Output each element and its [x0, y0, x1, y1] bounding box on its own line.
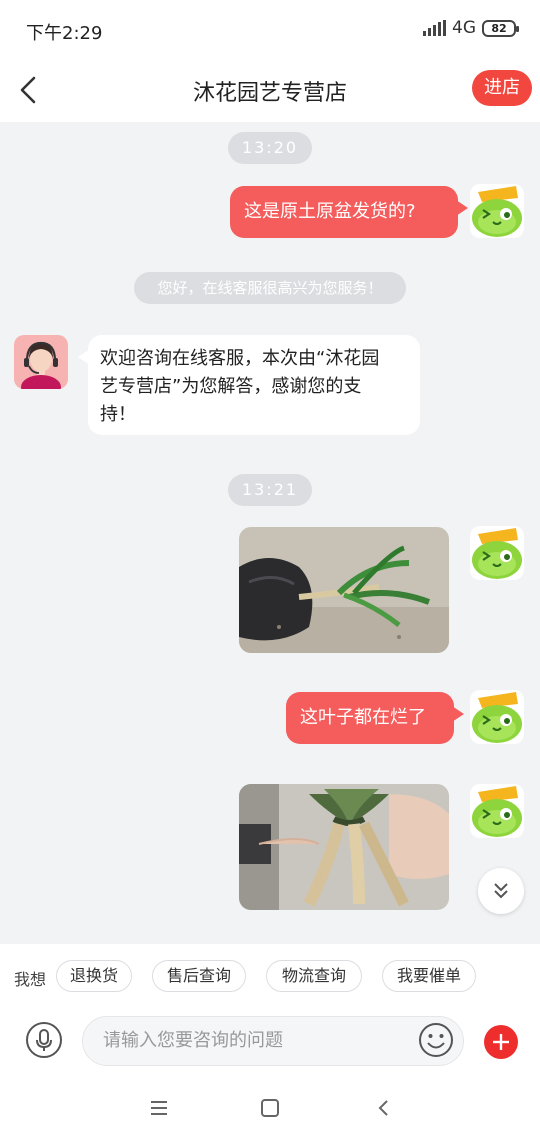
emoji-icon[interactable]: [418, 1022, 454, 1058]
agent-message-line: 持！: [100, 404, 136, 425]
double-chevron-down-icon: [494, 883, 508, 899]
status-bar: 下午2:29 4G 82: [0, 0, 540, 60]
more-options-button[interactable]: [484, 1025, 518, 1059]
agent-message-line: 艺专营店”为您解答，感谢您的支: [100, 376, 362, 397]
quick-reply-urge-order[interactable]: 我要催单: [382, 960, 476, 992]
incoming-message-bubble[interactable]: 欢迎咨询在线客服，本次由“沐花园 艺专营店”为您解答，感谢您的支 持！: [78, 335, 420, 435]
status-indicators: 4G 82: [423, 18, 519, 38]
sent-photo-plant[interactable]: [239, 527, 449, 653]
user-avatar-icon[interactable]: [470, 526, 524, 580]
enter-store-button[interactable]: 进店: [472, 70, 532, 106]
timestamp-pill: 13:20: [228, 132, 312, 164]
home-icon[interactable]: [258, 1096, 282, 1120]
back-icon[interactable]: [372, 1096, 396, 1120]
agent-message-line: 欢迎咨询在线客服，本次由“沐花园: [100, 348, 380, 369]
scroll-to-bottom-button[interactable]: [478, 868, 524, 914]
user-avatar-icon[interactable]: [470, 690, 524, 744]
network-type: 4G: [452, 18, 476, 38]
plus-icon: [493, 1034, 509, 1050]
roots-photo-image: [239, 784, 449, 910]
voice-input-button[interactable]: [26, 1022, 62, 1058]
chat-area[interactable]: 13:20 这是原土原盆发货的? 您好，在线客服很高兴为您服务！ 欢迎咨询在线客…: [0, 122, 540, 944]
microphone-icon: [36, 1029, 52, 1051]
user-avatar-icon[interactable]: [470, 784, 524, 838]
message-input[interactable]: 请输入您要咨询的问题: [82, 1016, 464, 1066]
quick-reply-after-sales[interactable]: 售后查询: [152, 960, 246, 992]
quick-reply-logistics[interactable]: 物流查询: [266, 960, 362, 992]
quick-reply-label: 我想: [14, 970, 47, 989]
message-input-bar: 请输入您要咨询的问题: [0, 1008, 540, 1076]
user-avatar-icon[interactable]: [470, 184, 524, 238]
page-title: 沐花园艺专营店: [192, 81, 347, 106]
battery-icon: 82: [482, 19, 519, 37]
sent-photo-roots[interactable]: [239, 784, 449, 910]
menu-icon[interactable]: [147, 1096, 171, 1120]
plant-photo-image: [239, 527, 449, 653]
quick-reply-returns[interactable]: 退换货: [56, 960, 132, 992]
quick-reply-bar: 我想 退换货 售后查询 物流查询 我要催单: [0, 944, 540, 1008]
status-time: 下午2:29: [26, 23, 103, 44]
chat-header: 沐花园艺专营店 进店: [0, 60, 540, 122]
signal-icon: [423, 20, 446, 36]
system-navigation-bar: [0, 1076, 540, 1140]
agent-avatar-icon[interactable]: [14, 335, 68, 389]
service-notice-pill: 您好，在线客服很高兴为您服务！: [134, 272, 406, 304]
outgoing-message-bubble[interactable]: 这叶子都在烂了: [286, 692, 464, 744]
outgoing-message-bubble[interactable]: 这是原土原盆发货的?: [230, 186, 468, 238]
timestamp-pill: 13:21: [228, 474, 312, 506]
